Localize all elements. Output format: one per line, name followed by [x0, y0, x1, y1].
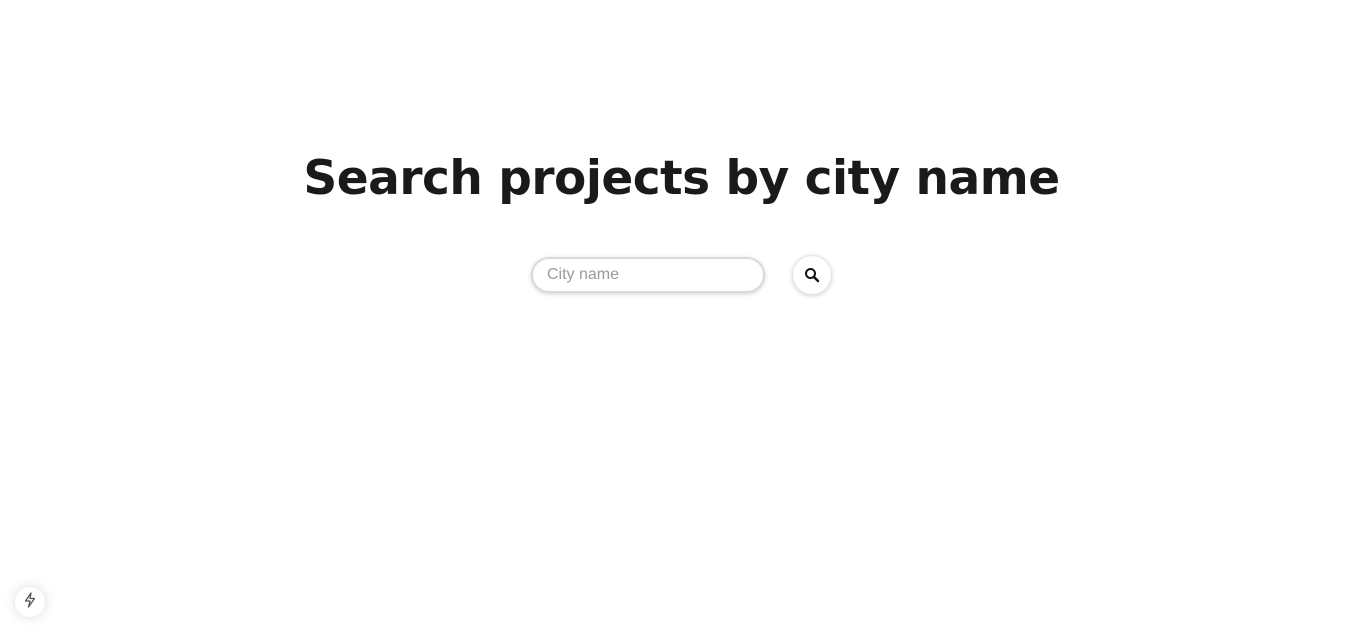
lightning-bolt-icon [23, 591, 37, 613]
search-icon [804, 267, 820, 283]
city-search-input[interactable] [531, 257, 765, 293]
dev-tools-button[interactable] [15, 587, 45, 617]
search-form [531, 255, 832, 295]
page-title: Search projects by city name [303, 151, 1060, 206]
page: Search projects by city name [0, 0, 1363, 633]
search-button[interactable] [792, 255, 832, 295]
